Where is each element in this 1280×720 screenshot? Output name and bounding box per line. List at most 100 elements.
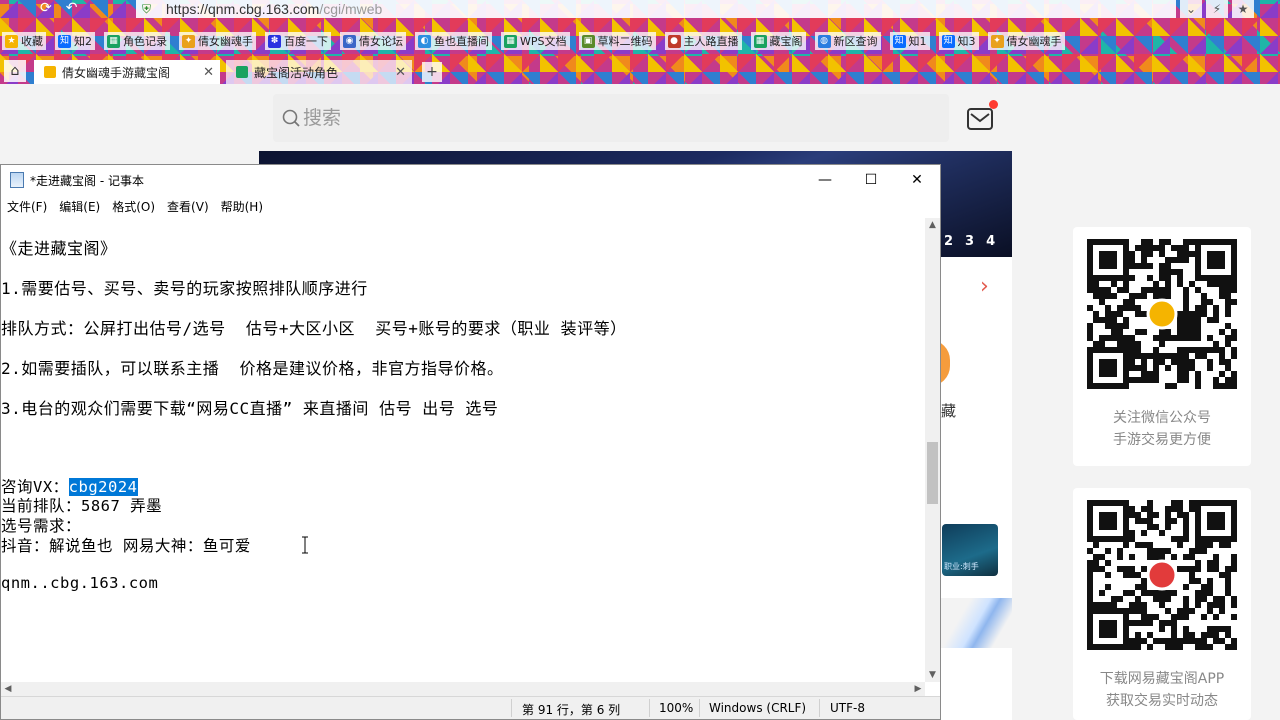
text-line: 排队方式：公屏打出估号/选号 估号+大区小区 买号+账号的要求（职业 装评等） xyxy=(1,319,627,338)
chevron-right-icon[interactable]: › xyxy=(980,274,989,299)
wechat-qr-card: 关注微信公众号 手游交易更方便 xyxy=(1073,227,1251,466)
paw-icon: ✽ xyxy=(268,34,281,48)
text-cursor-icon xyxy=(302,536,308,554)
cursor-position: 第 91 行，第 6 列 xyxy=(522,703,621,717)
undo-icon[interactable]: ↶ xyxy=(66,0,78,18)
live-icon: ◐ xyxy=(418,34,431,48)
side-panel xyxy=(941,257,1012,720)
bookmark-item[interactable]: 知知2 xyxy=(55,32,95,50)
bookmark-item[interactable]: ✽ 百度一下 xyxy=(265,32,331,50)
bookmark-item[interactable]: 知知3 xyxy=(938,32,979,50)
close-button[interactable]: ✕ xyxy=(894,165,940,195)
zhihu-icon: 知 xyxy=(892,34,906,48)
role-card[interactable]: 职业:刺手 xyxy=(942,524,998,576)
qr-code-icon xyxy=(1087,500,1237,650)
qr-caption-line: 手游交易更方便 xyxy=(1113,432,1211,448)
qr-icon: ▣ xyxy=(581,34,595,48)
qr-caption-line: 关注微信公众号 xyxy=(1113,410,1211,426)
game-icon xyxy=(44,66,56,78)
menu-file[interactable]: 文件(F) xyxy=(7,198,47,215)
search-icon xyxy=(282,109,300,127)
scrollbar-thumb[interactable] xyxy=(927,442,938,504)
zhihu-icon: 知 xyxy=(941,34,955,48)
status-bar: 第 91 行，第 6 列 100% Windows (CRLF) UTF-8 xyxy=(1,696,940,719)
new-tab-button[interactable]: + xyxy=(422,62,442,82)
bookmark-item[interactable]: ◉ 倩女论坛 xyxy=(340,32,406,50)
text-line: 1.需要估号、买号、卖号的玩家按照排队顺序进行 xyxy=(1,279,368,298)
banner-page[interactable]: 4 xyxy=(986,234,995,249)
sheet-icon: ▦ xyxy=(504,34,517,48)
minimize-button[interactable]: — xyxy=(802,165,848,195)
sheet-icon: ▦ xyxy=(107,34,120,48)
mail-icon[interactable] xyxy=(966,100,998,132)
notepad-window: *走进藏宝阁 - 记事本 — ☐ ✕ 文件(F) 编辑(E) 格式(O) 查看(… xyxy=(0,164,941,720)
card-label: 职业:刺手 xyxy=(944,562,979,571)
close-icon[interactable]: ✕ xyxy=(203,65,214,80)
bookmark-item[interactable]: 知知1 xyxy=(889,32,930,50)
chevron-down-icon[interactable]: ▼ xyxy=(925,668,940,682)
zhihu-icon: 知 xyxy=(58,34,71,48)
bookmark-item[interactable]: ◍ 新区查询 xyxy=(814,32,881,50)
bookmark-item[interactable]: ◐ 鱼也直播间 xyxy=(415,32,492,50)
notepad-titlebar[interactable]: *走进藏宝阁 - 记事本 — ☐ ✕ xyxy=(1,165,940,195)
sheet-icon: ▦ xyxy=(753,34,767,48)
search-box[interactable] xyxy=(273,94,949,142)
menu-help[interactable]: 帮助(H) xyxy=(221,198,263,215)
chevron-left-icon[interactable]: ◀ xyxy=(1,682,15,696)
notepad-icon xyxy=(10,172,24,188)
decorative-wave xyxy=(941,598,1012,648)
qr-code-icon xyxy=(1087,239,1237,389)
side-label: 藏 xyxy=(941,402,957,420)
text-line: 选号需求： xyxy=(1,517,82,535)
banner-page[interactable]: 2 xyxy=(944,234,953,249)
home-icon[interactable]: ⌂ xyxy=(4,60,26,82)
banner-page[interactable]: 3 xyxy=(965,234,974,249)
star-icon: ★ xyxy=(5,34,18,48)
horizontal-scrollbar[interactable]: ◀ ▶ xyxy=(1,682,925,696)
app-qr-card: 下载网易藏宝阁APP 获取交易实时动态 xyxy=(1073,488,1251,720)
game-icon: ✦ xyxy=(182,34,195,48)
refresh-icon[interactable]: ⟳ xyxy=(40,0,52,18)
maximize-button[interactable]: ☐ xyxy=(848,165,894,195)
menu-view[interactable]: 查看(V) xyxy=(167,198,209,215)
shield-icon: ⛨ xyxy=(142,2,152,16)
browser-chrome: ⟳ ↶ ⛨ https://qnm.cbg.163.com/cgi/mweb ⌄… xyxy=(0,0,1280,84)
vertical-scrollbar[interactable]: ▲ ▼ xyxy=(925,218,940,682)
game-icon: ✦ xyxy=(990,34,1004,48)
text-line: 当前排队：5867 弄墨 xyxy=(1,497,163,515)
text-line: 抖音：解说鱼也 网易大神：鱼可爱 xyxy=(1,537,251,555)
menu-edit[interactable]: 编辑(E) xyxy=(59,198,100,215)
lightning-icon[interactable]: ⚡ xyxy=(1206,0,1228,18)
bookmark-item[interactable]: ▣ 草料二维码 xyxy=(578,32,656,50)
notification-badge xyxy=(989,100,998,109)
address-bar[interactable]: ⛨ https://qnm.cbg.163.com/cgi/mweb xyxy=(136,0,1176,18)
bookmark-item[interactable]: ● 主人路直播 xyxy=(664,32,742,50)
bookmark-item[interactable]: ▦ 藏宝阁 xyxy=(750,32,806,50)
search-input[interactable] xyxy=(303,107,903,129)
chevron-up-icon[interactable]: ▲ xyxy=(925,218,940,232)
tab-strip: ⌂ 倩女幽魂手游藏宝阁 ✕ 藏宝阁活动角色 ✕ + xyxy=(0,58,1280,84)
bookmark-item[interactable]: ✦ 倩女幽魂手 xyxy=(179,32,256,50)
text-line: 3.电台的观众们需要下载“网易CC直播” 来直播间 估号 出号 选号 xyxy=(1,399,499,418)
banner-pagination: 2 3 4 xyxy=(944,234,995,249)
bookmark-item[interactable]: ▦ WPS文档 xyxy=(501,32,570,50)
bookmark-item[interactable]: ✦ 倩女幽魂手 xyxy=(987,32,1065,50)
text-editor[interactable]: 《走进藏宝阁》 1.需要估号、买号、卖号的玩家按照排队顺序进行 排队方式：公屏打… xyxy=(1,218,925,678)
window-title: *走进藏宝阁 - 记事本 xyxy=(30,173,144,188)
star-icon[interactable]: ★ xyxy=(1232,0,1254,18)
text-line: 《走进藏宝阁》 xyxy=(1,239,117,258)
line-ending: Windows (CRLF) xyxy=(709,701,807,715)
url-path: /cgi/mweb xyxy=(319,1,383,17)
menu-bar: 文件(F) 编辑(E) 格式(O) 查看(V) 帮助(H) xyxy=(1,195,940,217)
chevron-right-icon[interactable]: ▶ xyxy=(911,682,925,696)
tab-cbg-activity[interactable]: 藏宝阁活动角色 ✕ xyxy=(226,60,412,84)
bookmark-item[interactable]: ★ 收藏 xyxy=(2,32,46,50)
tab-cbg-home[interactable]: 倩女幽魂手游藏宝阁 ✕ xyxy=(34,60,220,84)
bookmark-item[interactable]: ▦ 角色记录 xyxy=(104,32,170,50)
close-icon[interactable]: ✕ xyxy=(395,65,406,80)
browser-nav-buttons: ⟳ ↶ xyxy=(40,0,77,18)
menu-format[interactable]: 格式(O) xyxy=(112,198,155,215)
zoom-level: 100% xyxy=(659,701,694,715)
minimize-icon[interactable]: ⌄ xyxy=(1180,0,1202,18)
sheet-icon xyxy=(236,66,248,78)
